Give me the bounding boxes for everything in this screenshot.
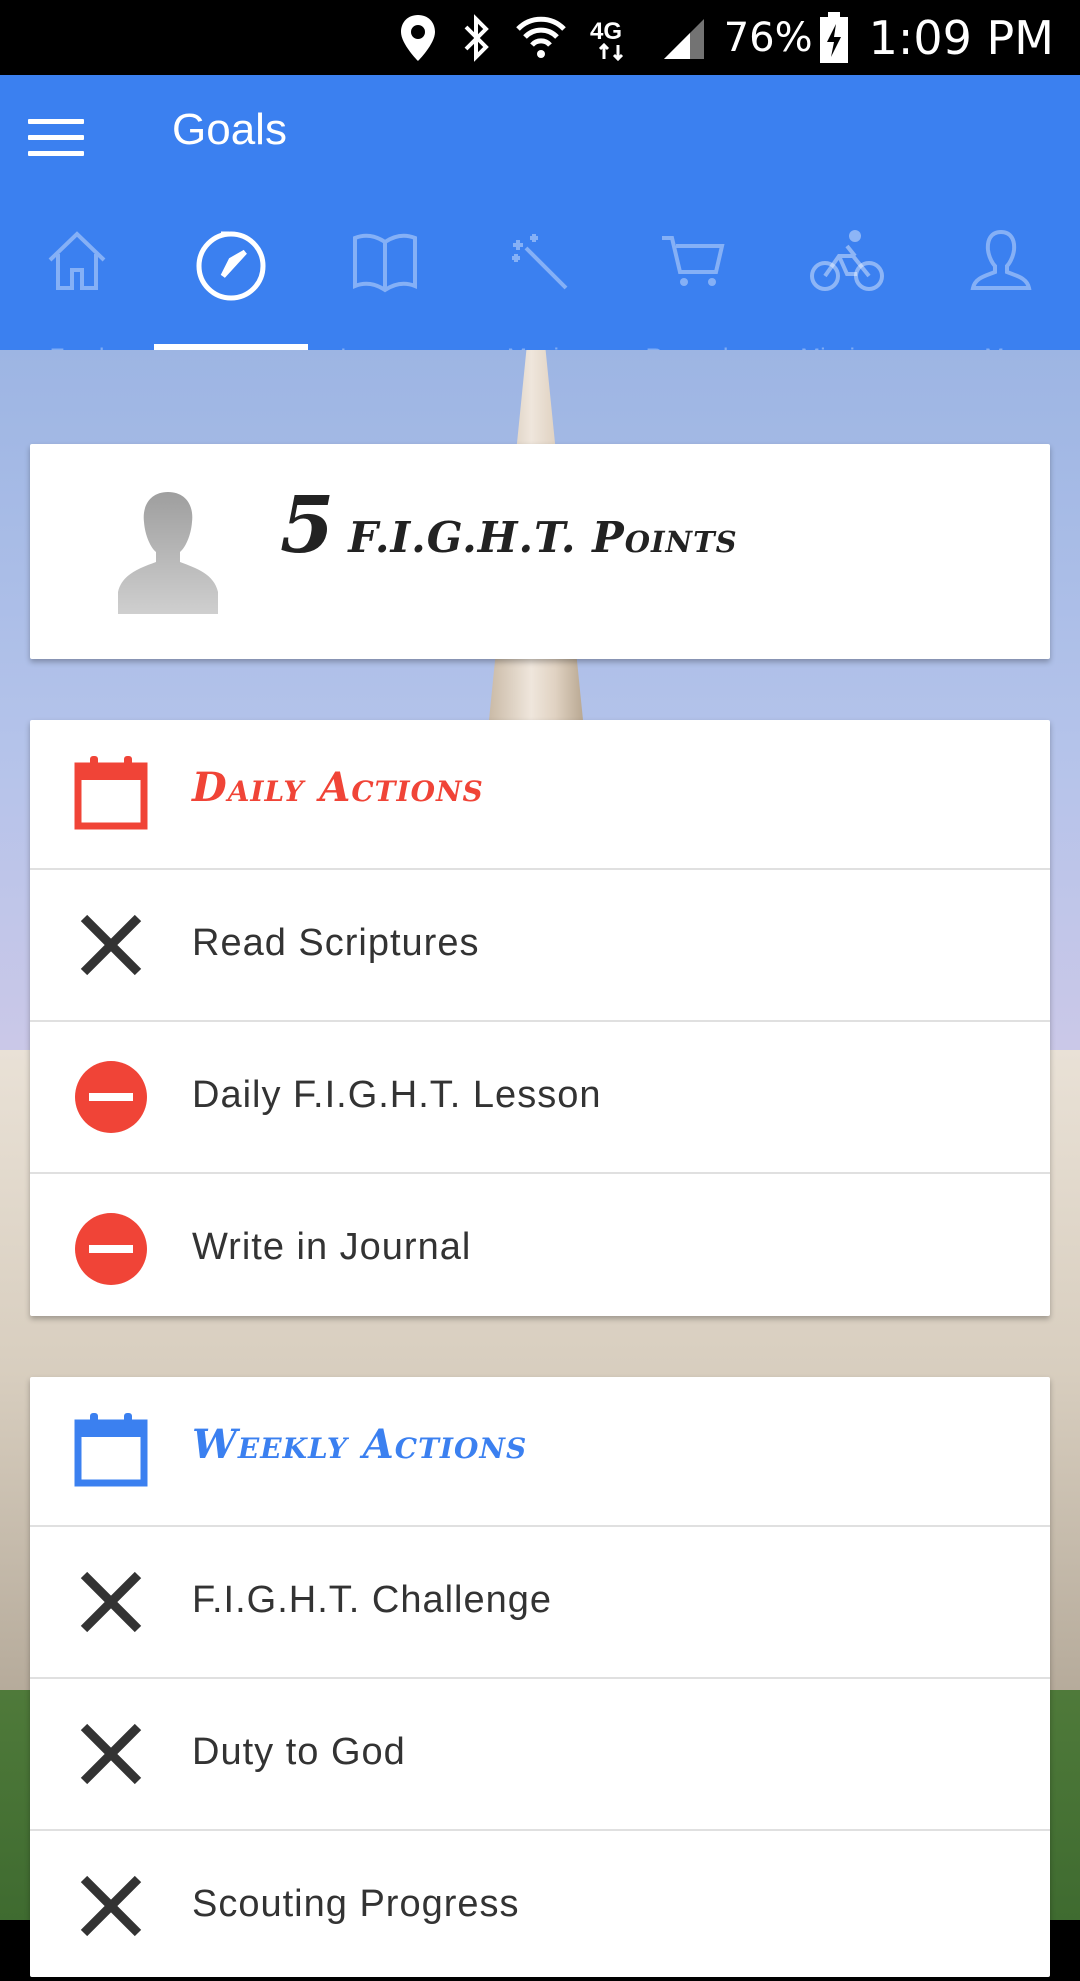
list-item[interactable]: Write in Journal [30,1174,1050,1324]
battery-percent: 76% [723,14,813,61]
list-item[interactable]: Daily F.I.G.H.T. Lesson [30,1022,1050,1174]
calendar-icon [74,756,148,830]
daily-actions-card: Daily Actions Read Scriptures Daily F.I.… [30,720,1050,1316]
bike-icon [810,230,884,291]
bluetooth-icon [460,13,492,63]
page-title: Goals [172,105,287,154]
list-item[interactable]: Scouting Progress [30,1831,1050,1981]
weekly-actions-title: Weekly Actions [192,1421,528,1468]
avatar [118,492,218,614]
tab-rewards[interactable]: Rewards [616,220,770,358]
magic-wand-icon [512,234,568,290]
calendar-icon [74,1413,148,1487]
wifi-icon [514,13,568,63]
action-label: Read Scriptures [192,922,480,964]
points-label: F.I.G.H.T. Points [348,513,738,562]
action-label: Write in Journal [192,1226,472,1268]
x-icon [80,1723,142,1785]
list-item[interactable]: F.I.G.H.T. Challenge [30,1527,1050,1679]
daily-actions-header: Daily Actions [30,720,1050,870]
svg-text:4G: 4G [590,18,622,45]
clock: 1:09 PM [868,10,1054,65]
status-bar: 4G 76% 1:09 PM [0,0,1080,75]
cart-icon [662,236,725,286]
action-label: Daily F.I.G.H.T. Lesson [192,1074,602,1116]
list-item[interactable]: Read Scriptures [30,870,1050,1022]
minus-circle-icon [75,1213,147,1285]
x-icon [80,914,142,976]
points-display: 5 F.I.G.H.T. Points [280,480,738,571]
minus-circle-icon [75,1061,147,1133]
points-value: 5 [280,480,335,571]
tab-bar: Feed Goals Lessons Magic Rewards Mission… [0,220,1080,358]
tab-feed[interactable]: Feed [0,220,154,358]
tab-missions[interactable]: Missions [770,220,924,358]
points-card: 5 F.I.G.H.T. Points [30,444,1050,659]
signal-icon [660,13,708,63]
network-4g-lte-icon: 4G [590,13,638,63]
x-icon [80,1571,142,1633]
action-label: Duty to God [192,1731,406,1773]
app-bar: Goals Feed Goals Lessons Magic Rewards M… [0,75,1080,358]
menu-icon[interactable] [28,119,84,167]
daily-actions-title: Daily Actions [192,764,484,811]
home-icon [48,231,106,290]
tab-lessons[interactable]: Lessons [308,220,462,358]
book-icon [353,233,417,293]
weekly-actions-card: Weekly Actions F.I.G.H.T. Challenge Duty… [30,1377,1050,1977]
action-label: F.I.G.H.T. Challenge [192,1579,553,1621]
profile-icon [970,229,1032,290]
tab-me[interactable]: Me [924,220,1078,358]
x-icon [80,1875,142,1937]
weekly-actions-header: Weekly Actions [30,1377,1050,1527]
tab-magic[interactable]: Magic [462,220,616,358]
tab-goals[interactable]: Goals [154,220,308,358]
location-icon [398,13,438,63]
battery-charging-icon [819,11,849,64]
compass-icon [196,231,266,301]
list-item[interactable]: Duty to God [30,1679,1050,1831]
